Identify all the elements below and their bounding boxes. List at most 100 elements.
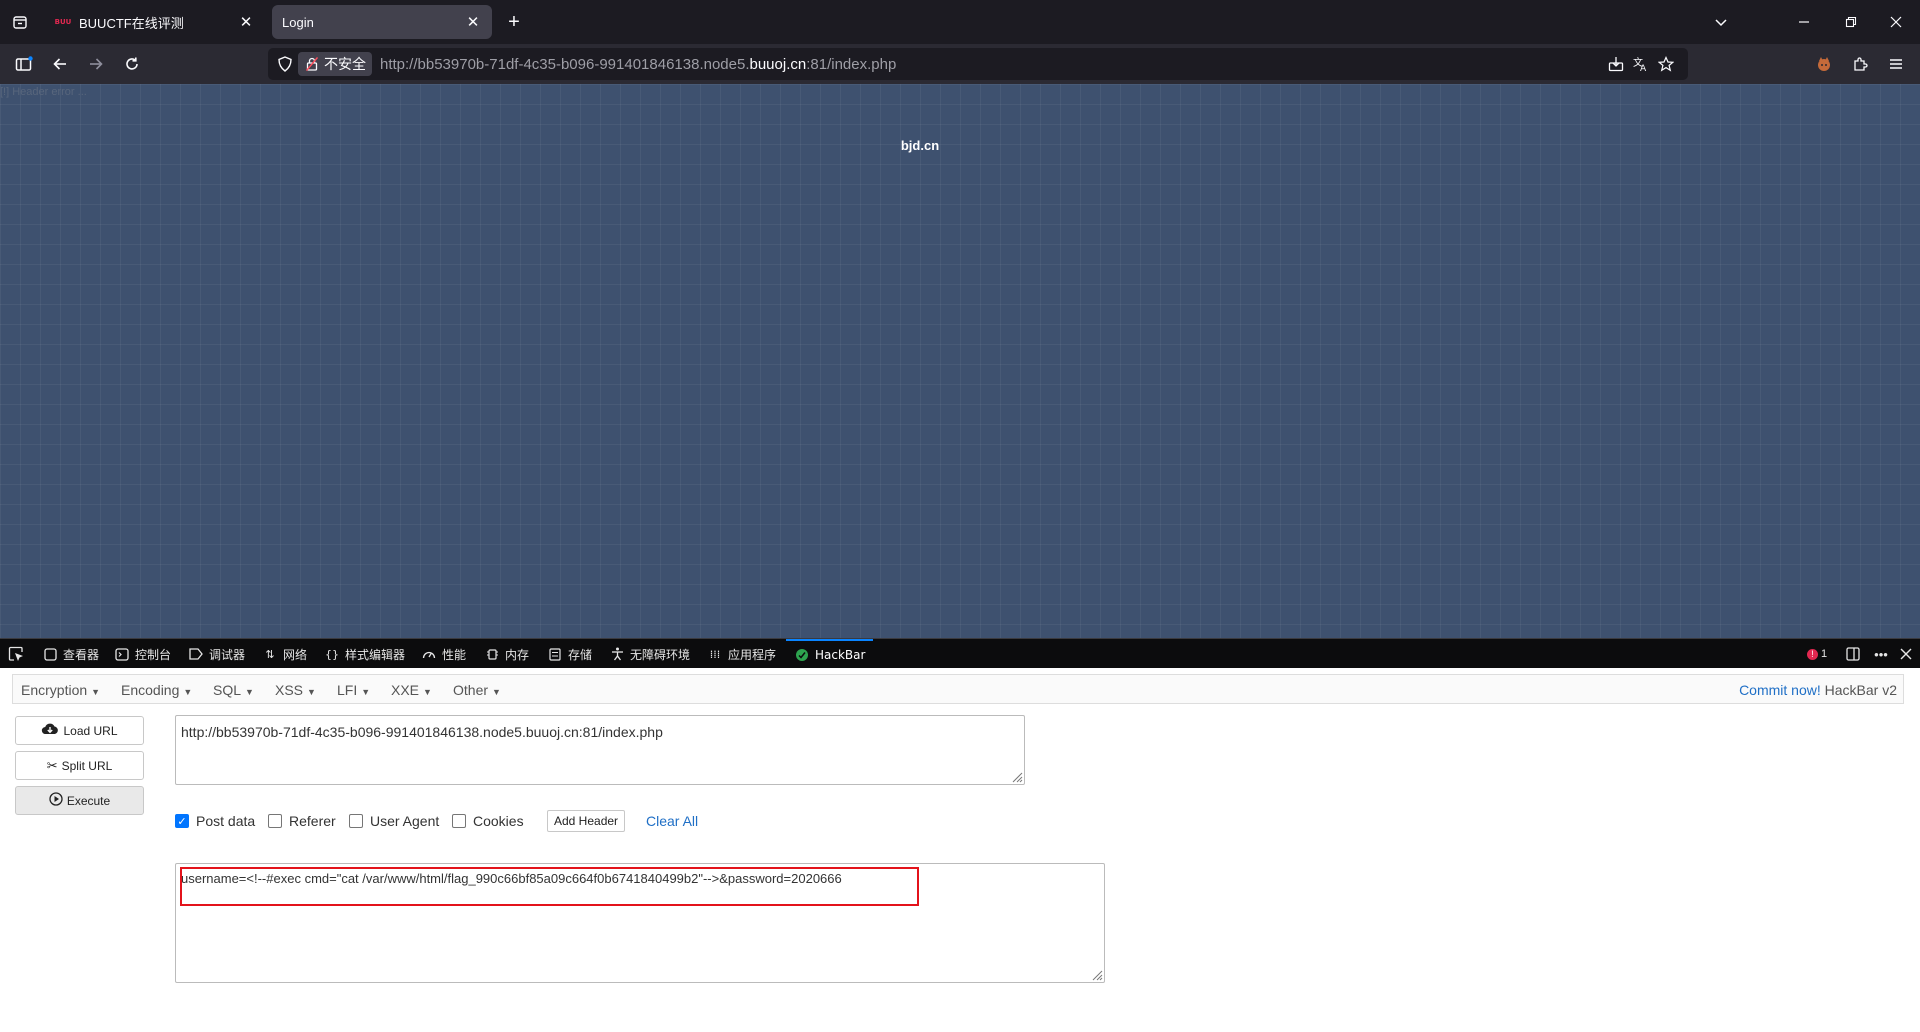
chevron-down-icon[interactable]	[1705, 8, 1737, 36]
error-icon: !	[1806, 648, 1818, 660]
devtools-tab-label: 控制台	[135, 647, 172, 662]
devtools-tab-accessibility[interactable]: 无障碍环境	[609, 639, 690, 669]
split-url-button[interactable]: ✂ Split URL	[15, 751, 144, 780]
url-text[interactable]: http://bb53970b-71df-4c35-b096-991401846…	[380, 56, 896, 73]
extensions-puzzle-icon[interactable]	[1846, 50, 1874, 78]
menu-sql[interactable]: SQL ▼	[213, 682, 254, 698]
tab-title: BUUCTF在线评测	[79, 15, 184, 31]
devtools-tab-performance[interactable]: 性能	[421, 639, 466, 669]
error-count-badge[interactable]: ! 1	[1804, 644, 1830, 664]
devtools-tab-application[interactable]: ⁞⁞⁞ 应用程序	[707, 639, 776, 669]
url-suffix: :81/index.php	[806, 56, 897, 73]
load-url-label: Load URL	[63, 723, 118, 738]
devtools-tab-memory[interactable]: 内存	[484, 639, 529, 669]
memory-icon	[484, 646, 500, 662]
menu-encryption[interactable]: Encryption ▼	[21, 682, 100, 698]
option-post-data[interactable]: ✓ Post data	[175, 813, 255, 829]
load-url-button[interactable]: Load URL	[15, 716, 144, 745]
debugger-icon	[188, 646, 204, 662]
site-info-button[interactable]: 不安全	[298, 52, 372, 76]
close-devtools-icon[interactable]	[1896, 644, 1916, 664]
commit-now-link[interactable]: Commit now!	[1739, 682, 1821, 698]
close-window-icon[interactable]	[1880, 8, 1912, 36]
address-bar[interactable]: 不安全 http://bb53970b-71df-4c35-b096-99140…	[268, 48, 1688, 80]
caret-down-icon: ▼	[307, 687, 316, 697]
play-circle-icon	[49, 792, 63, 809]
clear-all-link[interactable]: Clear All	[646, 813, 698, 829]
dock-side-icon[interactable]	[1842, 644, 1864, 664]
insecure-lock-icon	[304, 56, 320, 72]
resize-grip-icon[interactable]	[1091, 969, 1103, 981]
cookies-checkbox[interactable]	[452, 814, 466, 828]
close-tab-icon[interactable]: ✕	[237, 13, 255, 31]
hackbar-icon	[794, 647, 810, 663]
menu-encoding[interactable]: Encoding ▼	[121, 682, 192, 698]
devtools-tab-debugger[interactable]: 调试器	[188, 639, 245, 669]
hamburger-menu-icon[interactable]	[1882, 50, 1910, 78]
element-picker-icon[interactable]	[8, 639, 24, 669]
post-data-checkbox[interactable]: ✓	[175, 814, 189, 828]
inspector-icon	[42, 646, 58, 662]
new-tab-icon[interactable]: +	[502, 10, 526, 34]
devtools-tab-label: 样式编辑器	[345, 647, 406, 662]
hackbar-panel: Encryption ▼ Encoding ▼ SQL ▼ XSS ▼ LFI ▼ XXE…	[0, 668, 1920, 1032]
restore-icon[interactable]	[1835, 8, 1867, 36]
caret-down-icon: ▼	[91, 687, 101, 697]
accessibility-icon	[609, 646, 625, 662]
option-user-agent[interactable]: User Agent	[349, 813, 439, 829]
reload-icon[interactable]	[118, 50, 146, 78]
devtools-tab-network[interactable]: ⇅ 网络	[262, 639, 307, 669]
save-page-icon[interactable]	[1606, 54, 1626, 74]
style-editor-icon: {}	[325, 647, 339, 661]
error-count: 1	[1820, 648, 1828, 660]
option-label: Cookies	[473, 813, 524, 829]
tab-buuctf[interactable]: BUU BUUCTF在线评测 ✕	[45, 5, 265, 39]
tab-login[interactable]: Login ✕	[272, 5, 492, 39]
devtools-tab-style-editor[interactable]: {} 样式编辑器	[324, 639, 405, 669]
devtools-tab-label: 内存	[505, 647, 530, 662]
menu-xxe[interactable]: XXE ▼	[391, 682, 432, 698]
minimize-icon[interactable]	[1788, 8, 1820, 36]
translate-icon[interactable]: 文A	[1631, 54, 1651, 74]
devtools-tab-label: HackBar	[815, 648, 866, 662]
add-header-button[interactable]: Add Header	[547, 810, 626, 832]
sidebar-toggle-icon[interactable]	[10, 50, 38, 78]
devtools-tab-hackbar[interactable]: HackBar	[786, 639, 874, 669]
url-textarea-value: http://bb53970b-71df-4c35-b096-991401846…	[181, 724, 663, 740]
devtools-tab-label: 调试器	[209, 647, 246, 662]
forward-icon[interactable]	[82, 50, 110, 78]
menu-xss[interactable]: XSS ▼	[275, 682, 316, 698]
user-agent-checkbox[interactable]	[349, 814, 363, 828]
url-textarea[interactable]: http://bb53970b-71df-4c35-b096-991401846…	[175, 715, 1025, 785]
option-cookies[interactable]: Cookies	[452, 813, 524, 829]
console-icon	[114, 646, 130, 662]
tab-list-icon[interactable]	[8, 10, 32, 34]
referer-checkbox[interactable]	[268, 814, 282, 828]
devtools-tab-label: 应用程序	[728, 647, 777, 662]
option-referer[interactable]: Referer	[268, 813, 336, 829]
tab-bar: BUU BUUCTF在线评测 ✕ Login ✕ +	[0, 0, 1920, 44]
bookmark-star-icon[interactable]	[1656, 54, 1676, 74]
menu-lfi[interactable]: LFI ▼	[337, 682, 370, 698]
close-tab-icon[interactable]: ✕	[464, 13, 482, 31]
hackbar-version: HackBar v2	[1824, 682, 1897, 698]
menu-other[interactable]: Other ▼	[453, 682, 501, 698]
site-title: bjd.cn	[900, 138, 940, 153]
menu-label: SQL	[213, 682, 242, 698]
back-icon[interactable]	[46, 50, 74, 78]
resize-grip-icon[interactable]	[1011, 771, 1023, 783]
devtools-tab-inspector[interactable]: 查看器	[42, 639, 99, 669]
devtools-tab-storage[interactable]: 存储	[547, 639, 592, 669]
execute-button[interactable]: Execute	[15, 786, 144, 815]
tracking-shield-icon[interactable]	[276, 55, 294, 73]
devtools-tab-label: 网络	[283, 647, 308, 662]
commit-info: Commit now! HackBar v2	[1739, 682, 1897, 698]
execute-label: Execute	[66, 793, 111, 808]
highlight-box	[180, 867, 919, 906]
option-label: Referer	[289, 813, 336, 829]
more-options-icon[interactable]: •••	[1870, 644, 1892, 664]
devtools-tab-console[interactable]: 控制台	[114, 639, 171, 669]
insecure-label: 不安全	[324, 56, 366, 72]
extension-fox-icon[interactable]	[1810, 50, 1838, 78]
devtools-tab-label: 性能	[442, 647, 467, 662]
